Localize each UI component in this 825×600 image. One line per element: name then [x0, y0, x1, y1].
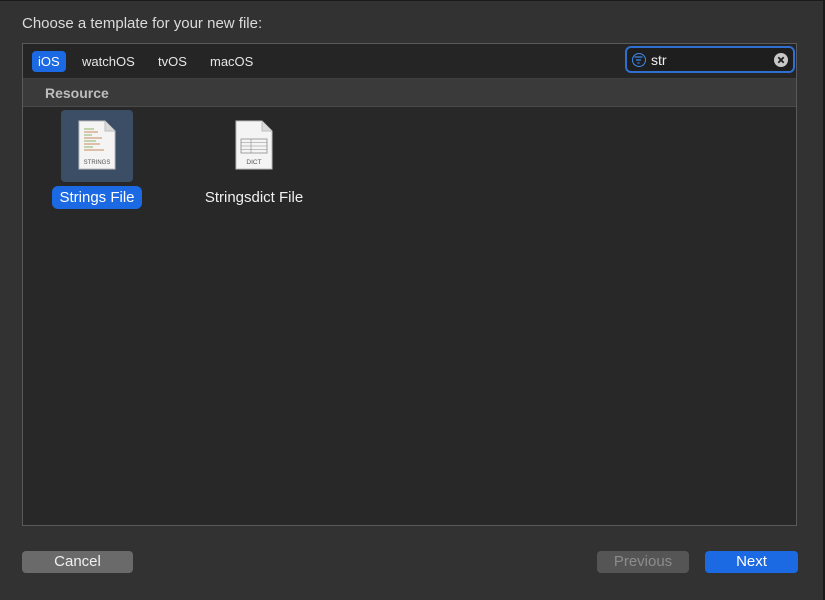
template-browser: iOS watchOS tvOS macOS str Resource STRI…: [22, 43, 797, 526]
tab-macos[interactable]: macOS: [204, 51, 259, 72]
filter-icon[interactable]: [632, 53, 646, 67]
tab-tvos[interactable]: tvOS: [152, 51, 193, 72]
search-field[interactable]: str: [625, 46, 795, 73]
strings-icon-caption: STRINGS: [84, 160, 111, 166]
dialog-prompt: Choose a template for your new file:: [22, 15, 263, 32]
section-header: Resource: [23, 79, 796, 107]
clear-icon[interactable]: [774, 53, 788, 67]
tab-ios[interactable]: iOS: [32, 51, 66, 72]
search-input[interactable]: str: [651, 52, 667, 68]
strings-file-icon[interactable]: STRINGS: [61, 110, 133, 182]
template-label-stringsdict[interactable]: Stringsdict File: [198, 186, 310, 209]
previous-button[interactable]: Previous: [597, 551, 689, 573]
tab-watchos[interactable]: watchOS: [76, 51, 141, 72]
section-title: Resource: [45, 85, 109, 101]
window-top-border: [0, 0, 825, 1]
cancel-button[interactable]: Cancel: [22, 551, 133, 573]
next-button[interactable]: Next: [705, 551, 798, 573]
template-stringsdict-file[interactable]: DICT Stringsdict File: [197, 110, 311, 209]
template-strings-file[interactable]: STRINGS Strings File: [49, 110, 145, 209]
stringsdict-file-icon[interactable]: DICT: [218, 110, 290, 182]
template-label-strings[interactable]: Strings File: [52, 186, 142, 209]
platform-toolbar: iOS watchOS tvOS macOS str: [23, 44, 796, 79]
stringsdict-icon-caption: DICT: [246, 159, 261, 166]
